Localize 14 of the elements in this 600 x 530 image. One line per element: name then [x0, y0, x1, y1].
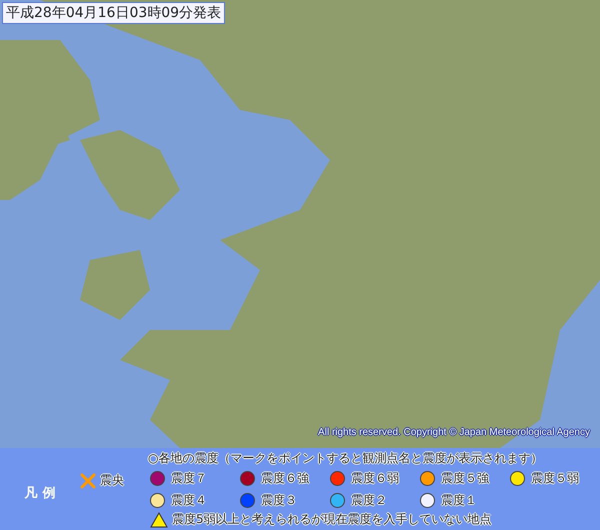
legend-text: 震度６弱: [351, 470, 399, 487]
legend-text: 震央: [100, 472, 124, 489]
legend-text: 震度７: [171, 470, 207, 487]
legend-text: 震度１: [441, 492, 477, 509]
legend-text: 震度２: [351, 492, 387, 509]
legend-text: 震度６強: [261, 470, 309, 487]
map-title: 平成28年04月16日03時09分発表: [2, 2, 226, 24]
legend-heading: ○各地の震度（マークをポイントすると観測点名と震度が表示されます）: [148, 450, 544, 467]
legend-label: 凡 例: [23, 485, 56, 502]
legend-text: 震度５弱: [531, 470, 579, 487]
legend-text: 震度５強: [441, 470, 489, 487]
legend-text: 震度３: [261, 492, 297, 509]
legend-text: 震度４: [171, 492, 207, 509]
legend-text: 震度5弱以上と考えられるが現在震度を入手していない地点: [172, 511, 492, 528]
